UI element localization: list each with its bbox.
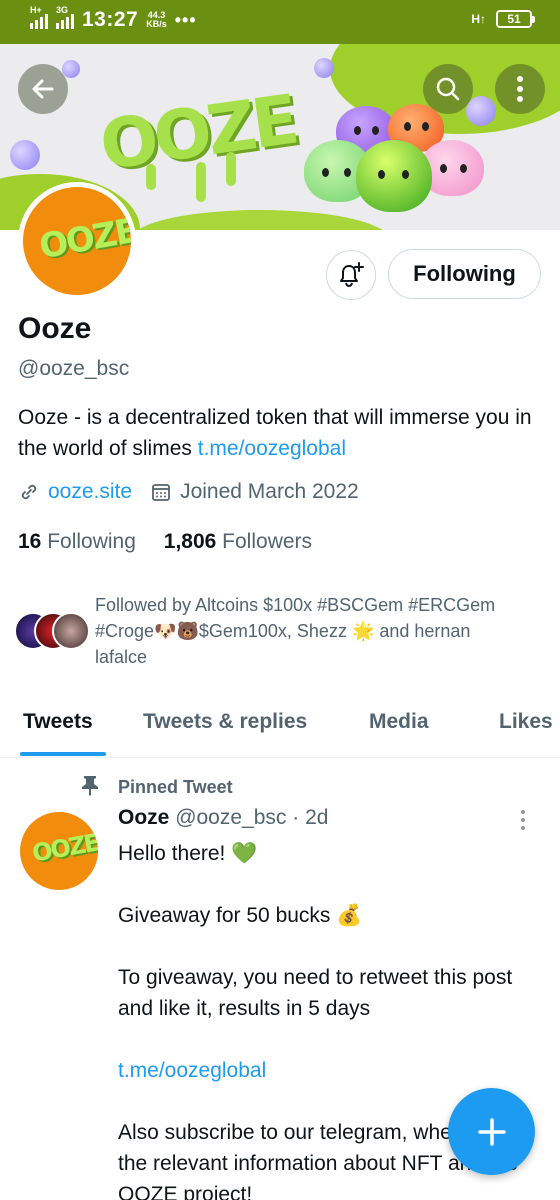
network-type-1: H+ — [30, 5, 42, 15]
profile-tabs: Tweets Tweets & replies Media Likes — [0, 690, 560, 758]
profile-bio: Ooze - is a decentralized token that wil… — [18, 402, 538, 464]
banner-drip — [146, 164, 156, 190]
signal-icon: H+ — [30, 5, 48, 29]
banner-orb — [10, 140, 40, 170]
more-notifications-icon: ••• — [174, 9, 197, 30]
compose-tweet-button[interactable] — [448, 1088, 535, 1175]
joined-date: Joined March 2022 — [180, 480, 359, 503]
search-button[interactable] — [423, 64, 473, 114]
tweet-line: Giveaway for 50 bucks 💰 — [118, 904, 363, 927]
status-bar: H+ 3G 13:27 44.3 KB/s ••• H↑ 51 — [0, 0, 560, 44]
profile-handle: @ooze_bsc — [18, 357, 130, 380]
arrow-left-icon — [32, 79, 54, 99]
follower-avatar — [52, 612, 90, 650]
bio-link[interactable]: t.me/oozeglobal — [198, 437, 346, 460]
avatar-logo: OOZE — [36, 210, 136, 268]
tab-likes[interactable]: Likes — [499, 710, 553, 734]
pin-icon — [80, 774, 100, 801]
plus-icon — [477, 1117, 506, 1146]
speed-unit: KB/s — [146, 19, 167, 29]
website-link[interactable]: ooze.site — [48, 480, 132, 504]
followers-count: 1,806 — [163, 530, 217, 553]
notify-button[interactable] — [326, 250, 376, 300]
bell-plus-icon — [340, 262, 364, 288]
tab-tweets-replies[interactable]: Tweets & replies — [143, 710, 307, 734]
tweet-handle-time: @ooze_bsc · 2d — [175, 806, 329, 829]
followers-label: Followers — [222, 530, 313, 553]
followed-by-text: Followed by Altcoins $100x #BSCGem #ERCG… — [95, 595, 496, 667]
network-activity: H↑ — [471, 12, 486, 26]
network-speed: 44.3 KB/s — [146, 11, 167, 29]
followed-by[interactable]: Followed by Altcoins $100x #BSCGem #ERCG… — [14, 592, 544, 672]
tab-tweets[interactable]: Tweets — [23, 710, 93, 734]
network-type-2: 3G — [56, 5, 69, 15]
banner-drip — [226, 152, 236, 186]
slime-green — [356, 140, 432, 212]
followers-stat[interactable]: 1,806 Followers — [164, 530, 312, 553]
tweet-link[interactable]: t.me/oozeglobal — [118, 1055, 528, 1086]
signal-icon-2: 3G — [56, 5, 74, 29]
pinned-tweet-label: Pinned Tweet — [118, 777, 233, 797]
banner-orb — [466, 96, 496, 126]
tweet-header: Ooze @ooze_bsc · 2d — [118, 806, 328, 830]
following-stat[interactable]: 16 Following — [18, 530, 136, 553]
back-button[interactable] — [18, 64, 68, 114]
more-vertical-icon — [517, 76, 523, 102]
clock: 13:27 — [82, 8, 139, 31]
profile-name: Ooze — [18, 312, 92, 345]
banner-orb — [62, 60, 80, 78]
profile-meta: ooze.site Joined March 2022 — [18, 480, 359, 504]
tweet-line: Hello there! 💚 — [118, 842, 258, 865]
avatar-logo: OOZE — [30, 828, 98, 868]
search-icon — [436, 77, 460, 101]
tab-media[interactable]: Media — [369, 710, 429, 734]
more-options-button[interactable] — [495, 64, 545, 114]
banner-drip — [196, 162, 206, 202]
following-count: 16 — [18, 530, 42, 553]
active-tab-indicator — [20, 752, 106, 756]
battery-level: 51 — [507, 12, 521, 26]
link-icon — [18, 481, 40, 503]
tweet-line: To giveaway, you need to retweet this po… — [118, 966, 513, 1020]
profile-avatar[interactable]: OOZE — [18, 182, 136, 300]
tweet-avatar[interactable]: OOZE — [20, 812, 98, 890]
battery-icon: 51 — [496, 10, 535, 28]
more-vertical-icon — [521, 810, 525, 830]
tweet-more-button[interactable] — [519, 808, 527, 837]
banner-slime-shape — [130, 210, 390, 230]
following-label: Following — [47, 530, 136, 553]
pinned-label: Pinned Tweet — [80, 774, 233, 801]
tweet-author[interactable]: Ooze — [118, 806, 169, 829]
follow-stats: 16 Following 1,806 Followers — [18, 530, 312, 554]
calendar-icon — [150, 481, 172, 503]
banner-orb — [314, 58, 334, 78]
following-button[interactable]: Following — [388, 249, 541, 299]
